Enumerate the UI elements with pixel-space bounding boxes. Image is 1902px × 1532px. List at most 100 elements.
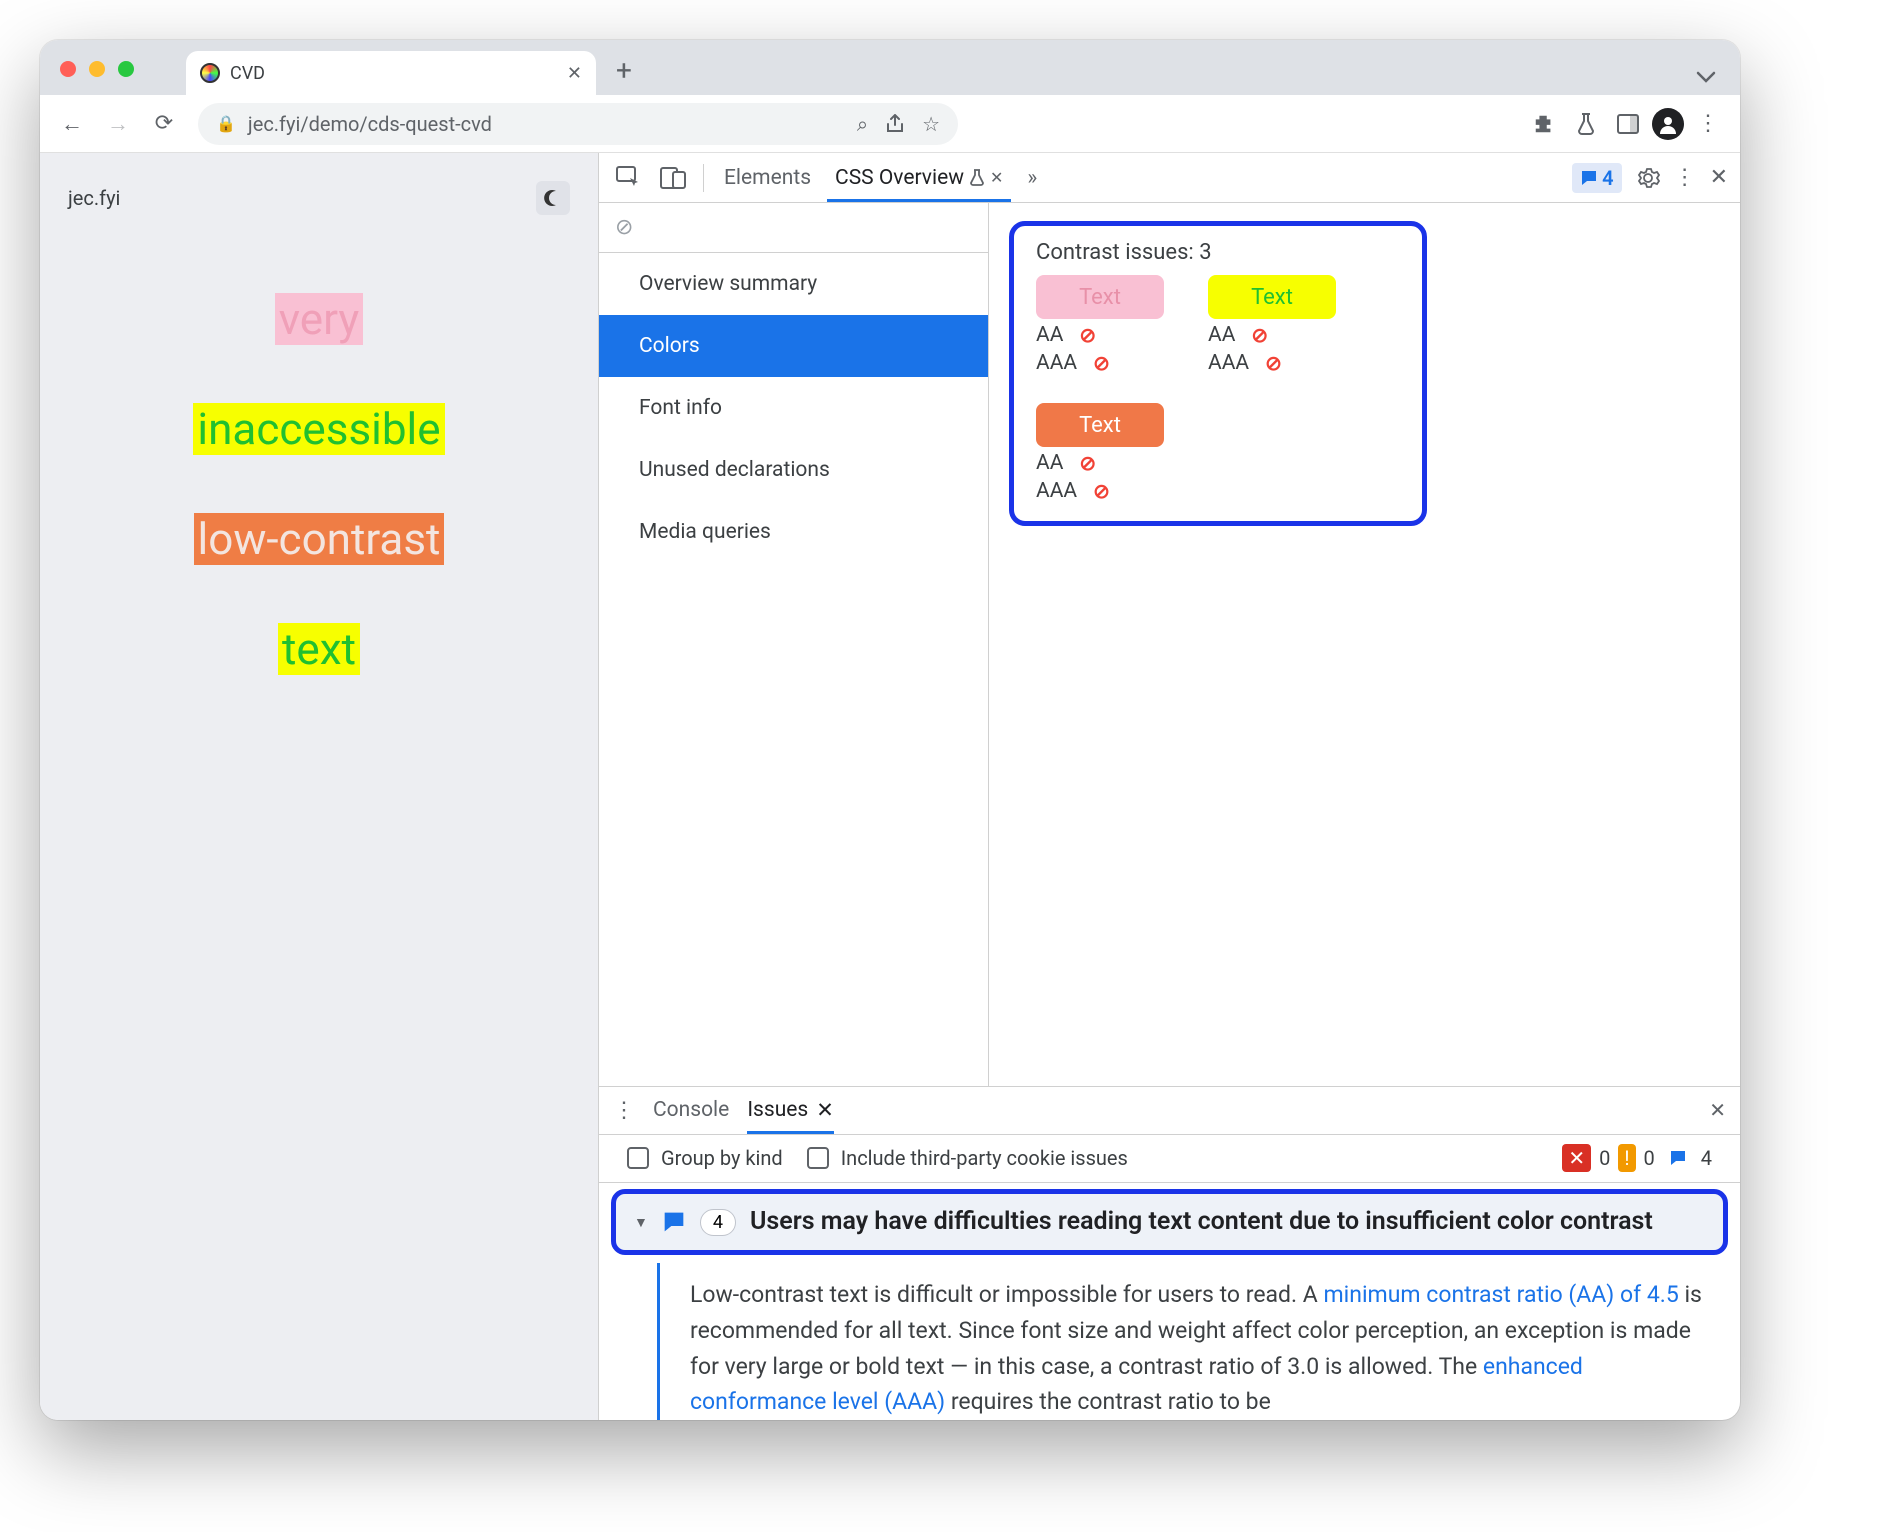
link-min-contrast[interactable]: minimum contrast ratio (AA) of 4.5: [1324, 1281, 1679, 1308]
gear-icon[interactable]: [1636, 166, 1660, 190]
theme-toggle-button[interactable]: [536, 181, 570, 215]
share-icon[interactable]: [886, 114, 904, 134]
issues-filter-bar: Group by kind Include third-party cookie…: [599, 1135, 1740, 1183]
tab-overflow-icon[interactable]: [1696, 71, 1726, 95]
third-party-label: Include third-party cookie issues: [841, 1146, 1128, 1170]
issue-title: Users may have difficulties reading text…: [750, 1206, 1653, 1239]
aa-label: AA: [1036, 451, 1063, 475]
browser-tab[interactable]: CVD ✕: [186, 51, 596, 95]
fail-icon: ⊘: [1265, 351, 1282, 375]
page-site-label: jec.fyi: [68, 186, 120, 210]
omnibox[interactable]: 🔒 jec.fyi/demo/cds-quest-cvd ⌕ ☆: [198, 103, 958, 145]
rendered-page: jec.fyi very inaccessible low-contrast t…: [40, 153, 598, 1420]
info-count: 4: [1701, 1146, 1712, 1170]
contrast-item[interactable]: Text AA⊘ AAA⊘: [1036, 275, 1164, 375]
bookmark-icon[interactable]: ☆: [922, 112, 940, 136]
css-overview-sidebar: ⊘ Overview summary Colors Font info Unus…: [599, 203, 989, 1086]
close-devtools-icon[interactable]: ✕: [1710, 165, 1728, 190]
search-icon[interactable]: ⌕: [857, 112, 868, 136]
back-button[interactable]: ←: [54, 106, 90, 142]
extensions-icon[interactable]: [1526, 106, 1562, 142]
info-count-badge[interactable]: [1663, 1147, 1693, 1169]
nav-media-queries[interactable]: Media queries: [599, 501, 988, 563]
new-tab-button[interactable]: +: [606, 54, 632, 95]
contrast-swatch: Text: [1036, 403, 1164, 447]
device-toggle-icon[interactable]: [655, 160, 691, 196]
url-text: jec.fyi/demo/cds-quest-cvd: [248, 112, 492, 136]
sidepanel-icon[interactable]: [1610, 106, 1646, 142]
css-overview-body: ⊘ Overview summary Colors Font info Unus…: [599, 203, 1740, 1086]
inspect-icon[interactable]: [611, 160, 647, 196]
drawer-tab-issues[interactable]: Issues ✕: [747, 1087, 834, 1134]
third-party-checkbox[interactable]: [807, 1147, 829, 1169]
clear-overview-icon[interactable]: ⊘: [599, 203, 988, 253]
labs-icon[interactable]: [1568, 106, 1604, 142]
fail-icon: ⊘: [1093, 479, 1110, 503]
close-window-button[interactable]: [60, 61, 76, 77]
more-tabs-icon[interactable]: »: [1019, 153, 1045, 202]
close-tab-icon[interactable]: ✕: [567, 63, 582, 84]
tab-title: CVD: [230, 63, 557, 84]
devtools: Elements CSS Overview ✕ » 4 ⋮ ✕: [598, 153, 1740, 1420]
experiment-icon: [970, 169, 984, 187]
close-drawer-tab-icon[interactable]: ✕: [816, 1098, 834, 1123]
group-by-kind-label: Group by kind: [661, 1146, 783, 1170]
devtools-drawer: ⋮ Console Issues ✕ ✕ Group by kind Inclu…: [599, 1086, 1740, 1420]
demo-word: inaccessible: [193, 403, 444, 455]
tab-strip: CVD ✕ +: [40, 40, 1740, 95]
demo-word: very: [275, 293, 363, 345]
aaa-label: AAA: [1208, 351, 1249, 375]
browser-toolbar: ← → ⟳ 🔒 jec.fyi/demo/cds-quest-cvd ⌕ ☆: [40, 95, 1740, 153]
chat-icon: [662, 1210, 686, 1234]
contrast-swatch: Text: [1036, 275, 1164, 319]
drawer-tab-console[interactable]: Console: [653, 1087, 729, 1134]
contrast-swatch: Text: [1208, 275, 1336, 319]
demo-words: very inaccessible low-contrast text: [68, 293, 570, 675]
disclosure-icon[interactable]: ▼: [634, 1214, 648, 1231]
nav-overview-summary[interactable]: Overview summary: [599, 253, 988, 315]
aa-label: AA: [1036, 323, 1063, 347]
tab-elements[interactable]: Elements: [716, 153, 819, 202]
aaa-label: AAA: [1036, 479, 1077, 503]
aaa-label: AAA: [1036, 351, 1077, 375]
reload-button[interactable]: ⟳: [146, 106, 182, 142]
devtools-kebab-icon[interactable]: ⋮: [1674, 165, 1696, 190]
maximize-window-button[interactable]: [118, 61, 134, 77]
contrast-item[interactable]: Text AA⊘ AAA⊘: [1208, 275, 1336, 375]
fail-icon: ⊘: [1079, 323, 1096, 347]
issue-body: Low-contrast text is difficult or imposs…: [657, 1263, 1740, 1420]
issue-header[interactable]: ▼ 4 Users may have difficulties reading …: [611, 1189, 1728, 1256]
demo-word: low-contrast: [194, 513, 445, 565]
close-panel-icon[interactable]: ✕: [990, 168, 1003, 187]
close-drawer-icon[interactable]: ✕: [1709, 1098, 1726, 1122]
profile-avatar[interactable]: [1652, 108, 1684, 140]
lock-icon: 🔒: [216, 114, 236, 133]
fail-icon: ⊘: [1093, 351, 1110, 375]
content-area: jec.fyi very inaccessible low-contrast t…: [40, 153, 1740, 1420]
aa-label: AA: [1208, 323, 1235, 347]
issue-occurrence-count: 4: [700, 1209, 736, 1236]
kebab-menu-icon[interactable]: ⋮: [1690, 106, 1726, 142]
nav-colors[interactable]: Colors: [599, 315, 988, 377]
favicon: [200, 63, 220, 83]
fail-icon: ⊘: [1251, 323, 1268, 347]
browser-window: CVD ✕ + ← → ⟳ 🔒 jec.fyi/demo/cds-quest-c…: [40, 40, 1740, 1420]
error-count: 0: [1599, 1146, 1610, 1170]
devtools-tabbar: Elements CSS Overview ✕ » 4 ⋮ ✕: [599, 153, 1740, 203]
chat-icon: [1580, 169, 1598, 187]
warn-count-badge[interactable]: !: [1618, 1144, 1635, 1172]
nav-unused-declarations[interactable]: Unused declarations: [599, 439, 988, 501]
forward-button[interactable]: →: [100, 106, 136, 142]
contrast-item[interactable]: Text AA⊘ AAA⊘: [1036, 403, 1164, 503]
tab-css-overview[interactable]: CSS Overview ✕: [827, 153, 1011, 202]
contrast-issues-panel: Contrast issues: 3 Text AA⊘ AAA⊘ Text AA…: [989, 203, 1740, 1086]
minimize-window-button[interactable]: [89, 61, 105, 77]
error-count-badge[interactable]: ✕: [1562, 1144, 1591, 1172]
drawer-kebab-icon[interactable]: ⋮: [613, 1098, 635, 1123]
group-by-kind-checkbox[interactable]: [627, 1147, 649, 1169]
demo-word: text: [278, 623, 360, 675]
drawer-tabbar: ⋮ Console Issues ✕ ✕: [599, 1087, 1740, 1135]
issues-badge[interactable]: 4: [1572, 163, 1621, 193]
nav-font-info[interactable]: Font info: [599, 377, 988, 439]
window-controls: [54, 61, 176, 95]
